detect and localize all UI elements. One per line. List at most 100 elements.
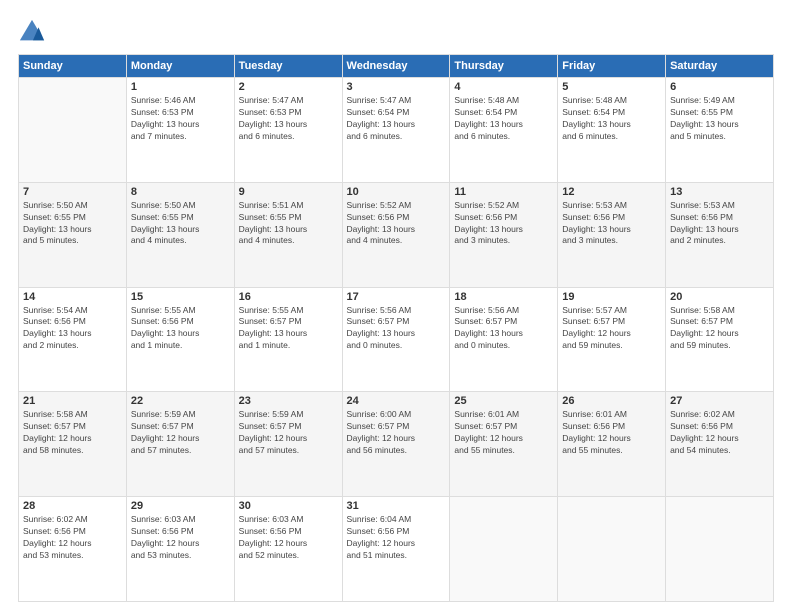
calendar-cell: 30 Sunrise: 6:03 AM Sunset: 6:56 PM Dayli… <box>234 497 342 602</box>
day-number: 9 <box>239 186 338 198</box>
day-number: 17 <box>347 291 446 303</box>
day-number: 2 <box>239 81 338 93</box>
day-info: Sunrise: 6:01 AM Sunset: 6:57 PM Dayligh… <box>454 409 553 457</box>
calendar-cell <box>19 78 127 183</box>
calendar-cell: 12 Sunrise: 5:53 AM Sunset: 6:56 PM Dayli… <box>558 182 666 287</box>
day-number: 7 <box>23 186 122 198</box>
day-info: Sunrise: 5:52 AM Sunset: 6:56 PM Dayligh… <box>347 200 446 248</box>
calendar-cell: 2 Sunrise: 5:47 AM Sunset: 6:53 PM Daylig… <box>234 78 342 183</box>
day-info: Sunrise: 6:00 AM Sunset: 6:57 PM Dayligh… <box>347 409 446 457</box>
day-info: Sunrise: 5:56 AM Sunset: 6:57 PM Dayligh… <box>454 305 553 353</box>
day-info: Sunrise: 5:47 AM Sunset: 6:53 PM Dayligh… <box>239 95 338 143</box>
day-info: Sunrise: 5:59 AM Sunset: 6:57 PM Dayligh… <box>239 409 338 457</box>
weekday-header: Sunday <box>19 55 127 78</box>
day-number: 1 <box>131 81 230 93</box>
day-number: 5 <box>562 81 661 93</box>
day-number: 8 <box>131 186 230 198</box>
calendar-cell <box>450 497 558 602</box>
day-number: 6 <box>670 81 769 93</box>
weekday-header: Friday <box>558 55 666 78</box>
day-info: Sunrise: 5:59 AM Sunset: 6:57 PM Dayligh… <box>131 409 230 457</box>
day-info: Sunrise: 5:48 AM Sunset: 6:54 PM Dayligh… <box>454 95 553 143</box>
calendar-cell: 1 Sunrise: 5:46 AM Sunset: 6:53 PM Daylig… <box>126 78 234 183</box>
day-number: 13 <box>670 186 769 198</box>
weekday-header: Tuesday <box>234 55 342 78</box>
calendar-cell: 18 Sunrise: 5:56 AM Sunset: 6:57 PM Dayli… <box>450 287 558 392</box>
day-number: 3 <box>347 81 446 93</box>
page: SundayMondayTuesdayWednesdayThursdayFrid… <box>0 0 792 612</box>
day-info: Sunrise: 5:56 AM Sunset: 6:57 PM Dayligh… <box>347 305 446 353</box>
calendar-cell: 20 Sunrise: 5:58 AM Sunset: 6:57 PM Dayli… <box>666 287 774 392</box>
day-number: 12 <box>562 186 661 198</box>
day-number: 27 <box>670 395 769 407</box>
calendar-cell: 27 Sunrise: 6:02 AM Sunset: 6:56 PM Dayli… <box>666 392 774 497</box>
calendar-header-row: SundayMondayTuesdayWednesdayThursdayFrid… <box>19 55 774 78</box>
calendar-cell: 6 Sunrise: 5:49 AM Sunset: 6:55 PM Daylig… <box>666 78 774 183</box>
day-info: Sunrise: 6:02 AM Sunset: 6:56 PM Dayligh… <box>23 514 122 562</box>
calendar-cell: 5 Sunrise: 5:48 AM Sunset: 6:54 PM Daylig… <box>558 78 666 183</box>
day-number: 26 <box>562 395 661 407</box>
calendar-cell: 13Sunrise: 5:53 AM Sunset: 6:56 PM Dayli… <box>666 182 774 287</box>
day-info: Sunrise: 5:58 AM Sunset: 6:57 PM Dayligh… <box>23 409 122 457</box>
day-info: Sunrise: 6:02 AM Sunset: 6:56 PM Dayligh… <box>670 409 769 457</box>
day-info: Sunrise: 5:48 AM Sunset: 6:54 PM Dayligh… <box>562 95 661 143</box>
calendar-cell: 26 Sunrise: 6:01 AM Sunset: 6:56 PM Dayli… <box>558 392 666 497</box>
calendar-cell: 16 Sunrise: 5:55 AM Sunset: 6:57 PM Dayli… <box>234 287 342 392</box>
calendar-cell <box>666 497 774 602</box>
day-info: Sunrise: 5:53 AM Sunset: 6:56 PM Dayligh… <box>562 200 661 248</box>
day-number: 22 <box>131 395 230 407</box>
calendar-cell: 17 Sunrise: 5:56 AM Sunset: 6:57 PM Dayli… <box>342 287 450 392</box>
day-info: Sunrise: 5:55 AM Sunset: 6:57 PM Dayligh… <box>239 305 338 353</box>
day-info: Sunrise: 6:04 AM Sunset: 6:56 PM Dayligh… <box>347 514 446 562</box>
calendar-cell: 8Sunrise: 5:50 AM Sunset: 6:55 PM Daylig… <box>126 182 234 287</box>
weekday-header: Wednesday <box>342 55 450 78</box>
calendar-cell: 7 Sunrise: 5:50 AM Sunset: 6:55 PM Daylig… <box>19 182 127 287</box>
day-number: 16 <box>239 291 338 303</box>
calendar-week-row: 7 Sunrise: 5:50 AM Sunset: 6:55 PM Daylig… <box>19 182 774 287</box>
calendar-cell: 22 Sunrise: 5:59 AM Sunset: 6:57 PM Dayli… <box>126 392 234 497</box>
day-info: Sunrise: 5:58 AM Sunset: 6:57 PM Dayligh… <box>670 305 769 353</box>
calendar-week-row: 21 Sunrise: 5:58 AM Sunset: 6:57 PM Dayli… <box>19 392 774 497</box>
day-number: 24 <box>347 395 446 407</box>
day-number: 25 <box>454 395 553 407</box>
day-number: 20 <box>670 291 769 303</box>
day-number: 31 <box>347 500 446 512</box>
header <box>18 18 774 46</box>
day-number: 19 <box>562 291 661 303</box>
logo <box>18 18 50 46</box>
calendar-cell: 23 Sunrise: 5:59 AM Sunset: 6:57 PM Dayli… <box>234 392 342 497</box>
day-number: 21 <box>23 395 122 407</box>
calendar-cell: 4 Sunrise: 5:48 AM Sunset: 6:54 PM Daylig… <box>450 78 558 183</box>
calendar-cell: 19 Sunrise: 5:57 AM Sunset: 6:57 PM Dayli… <box>558 287 666 392</box>
weekday-header: Saturday <box>666 55 774 78</box>
day-number: 18 <box>454 291 553 303</box>
day-info: Sunrise: 5:52 AM Sunset: 6:56 PM Dayligh… <box>454 200 553 248</box>
day-info: Sunrise: 5:46 AM Sunset: 6:53 PM Dayligh… <box>131 95 230 143</box>
day-info: Sunrise: 5:50 AM Sunset: 6:55 PM Dayligh… <box>23 200 122 248</box>
day-number: 11 <box>454 186 553 198</box>
calendar-cell: 11 Sunrise: 5:52 AM Sunset: 6:56 PM Dayli… <box>450 182 558 287</box>
calendar-week-row: 28Sunrise: 6:02 AM Sunset: 6:56 PM Dayli… <box>19 497 774 602</box>
calendar-cell: 9Sunrise: 5:51 AM Sunset: 6:55 PM Daylig… <box>234 182 342 287</box>
calendar-cell: 29Sunrise: 6:03 AM Sunset: 6:56 PM Dayli… <box>126 497 234 602</box>
day-number: 23 <box>239 395 338 407</box>
calendar-cell: 24 Sunrise: 6:00 AM Sunset: 6:57 PM Dayli… <box>342 392 450 497</box>
day-info: Sunrise: 5:54 AM Sunset: 6:56 PM Dayligh… <box>23 305 122 353</box>
day-info: Sunrise: 5:49 AM Sunset: 6:55 PM Dayligh… <box>670 95 769 143</box>
day-info: Sunrise: 5:55 AM Sunset: 6:56 PM Dayligh… <box>131 305 230 353</box>
day-info: Sunrise: 6:03 AM Sunset: 6:56 PM Dayligh… <box>239 514 338 562</box>
day-number: 14 <box>23 291 122 303</box>
day-number: 30 <box>239 500 338 512</box>
calendar-week-row: 14 Sunrise: 5:54 AM Sunset: 6:56 PM Dayli… <box>19 287 774 392</box>
weekday-header: Thursday <box>450 55 558 78</box>
calendar-cell: 10 Sunrise: 5:52 AM Sunset: 6:56 PM Dayli… <box>342 182 450 287</box>
day-number: 29 <box>131 500 230 512</box>
day-info: Sunrise: 6:01 AM Sunset: 6:56 PM Dayligh… <box>562 409 661 457</box>
calendar-cell: 14 Sunrise: 5:54 AM Sunset: 6:56 PM Dayli… <box>19 287 127 392</box>
calendar-cell: 15Sunrise: 5:55 AM Sunset: 6:56 PM Dayli… <box>126 287 234 392</box>
calendar-cell: 28Sunrise: 6:02 AM Sunset: 6:56 PM Dayli… <box>19 497 127 602</box>
weekday-header: Monday <box>126 55 234 78</box>
day-info: Sunrise: 5:57 AM Sunset: 6:57 PM Dayligh… <box>562 305 661 353</box>
day-number: 10 <box>347 186 446 198</box>
day-number: 4 <box>454 81 553 93</box>
